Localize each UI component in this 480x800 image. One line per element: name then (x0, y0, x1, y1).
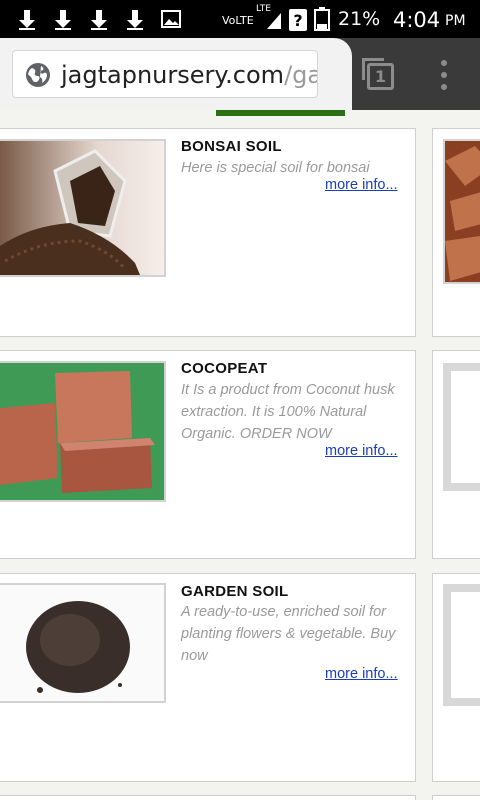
download-arrow-icon (91, 10, 107, 30)
product-image-partial[interactable] (443, 139, 480, 284)
url-domain: jagtapnursery.com (61, 61, 285, 89)
browser-toolbar: jagtapnursery.com/ga 1 (0, 38, 480, 110)
signal-icon (267, 13, 281, 29)
battery-icon (314, 7, 330, 31)
overflow-menu-icon[interactable] (438, 60, 450, 90)
product-card-partial (432, 350, 480, 559)
clock-time: 4:04 (393, 8, 441, 32)
download-arrow-icon (127, 10, 143, 30)
web-page: BONSAI SOIL Here is special soil for bon… (0, 110, 480, 800)
product-card-next (0, 795, 416, 800)
more-info-link[interactable]: more info... (325, 666, 398, 682)
green-accent-bar (216, 110, 345, 116)
product-image-bonsai-soil[interactable] (0, 139, 166, 277)
volte-label: VoLTE (222, 14, 254, 27)
url-card: jagtapnursery.com/ga (0, 38, 352, 110)
product-description: It Is a product from Coconut husk extrac… (181, 382, 395, 442)
download-arrow-icon (19, 10, 35, 30)
product-image-placeholder[interactable] (443, 363, 480, 491)
address-bar[interactable]: jagtapnursery.com/ga (12, 50, 318, 98)
svg-text:?: ? (293, 11, 302, 30)
product-image-garden-soil[interactable] (0, 583, 166, 703)
product-title: COCOPEAT (181, 360, 268, 377)
product-card-partial (432, 573, 480, 782)
product-description: Here is special soil for bonsai (181, 160, 370, 176)
product-title: BONSAI SOIL (181, 138, 282, 155)
tab-switcher-button[interactable]: 1 (362, 58, 394, 90)
url-text: jagtapnursery.com/ga (61, 61, 317, 89)
sim-unknown-icon: ? (289, 9, 307, 31)
more-info-link[interactable]: more info... (325, 443, 398, 459)
product-image-placeholder[interactable] (443, 584, 480, 706)
clock-ampm: PM (445, 13, 466, 29)
globe-icon (26, 63, 50, 87)
image-icon (161, 10, 181, 28)
url-path: /ga (284, 61, 317, 89)
product-image-cocopeat[interactable] (0, 361, 166, 502)
product-title: GARDEN SOIL (181, 583, 289, 600)
battery-percent: 21% (338, 8, 381, 30)
more-info-link[interactable]: more info... (325, 177, 398, 193)
tab-count: 1 (367, 63, 394, 90)
product-card-next-partial (432, 795, 480, 800)
status-bar: VoLTE LTE ? 21% 4:04 PM (0, 0, 480, 38)
product-description: A ready-to-use, enriched soil for planti… (181, 604, 396, 664)
download-arrow-icon (55, 10, 71, 30)
product-card-partial (432, 128, 480, 337)
